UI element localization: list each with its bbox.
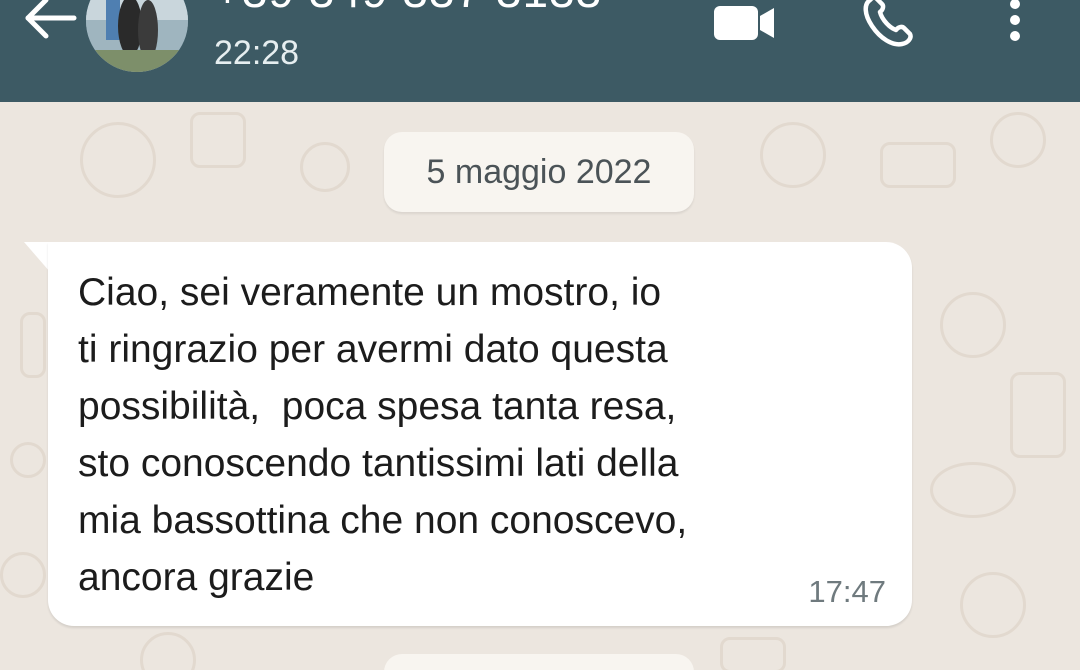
next-date-separator: [384, 654, 694, 670]
chat-header: +39 349 337 3133 22:28: [0, 0, 1080, 102]
phone-call-icon[interactable]: [860, 0, 916, 48]
incoming-message-bubble[interactable]: Ciao, sei veramente un mostro, io ti rin…: [48, 242, 912, 626]
contact-name[interactable]: +39 349 337 3133: [214, 0, 602, 18]
last-seen-status: 22:28: [214, 34, 300, 72]
message-line: Ciao, sei veramente un mostro, io: [78, 271, 662, 314]
contact-avatar[interactable]: [86, 0, 188, 72]
message-line: possibilità, poca spesa tanta resa,: [78, 385, 677, 428]
video-call-icon[interactable]: [712, 2, 778, 42]
bubble-tail: [24, 242, 50, 272]
message-line: ancora grazie: [78, 556, 315, 599]
message-timestamp: 17:47: [808, 574, 886, 609]
more-vertical-icon[interactable]: [1000, 0, 1030, 46]
date-separator: 5 maggio 2022: [384, 132, 694, 212]
message-line: sto conoscendo tantissimi lati della: [78, 442, 679, 485]
arrow-back-icon[interactable]: [22, 0, 78, 42]
message-line: ti ringrazio per avermi dato questa: [78, 328, 668, 371]
message-text: Ciao, sei veramente un mostro, io ti rin…: [78, 264, 878, 606]
message-line: mia bassottina che non conoscevo,: [78, 499, 688, 542]
